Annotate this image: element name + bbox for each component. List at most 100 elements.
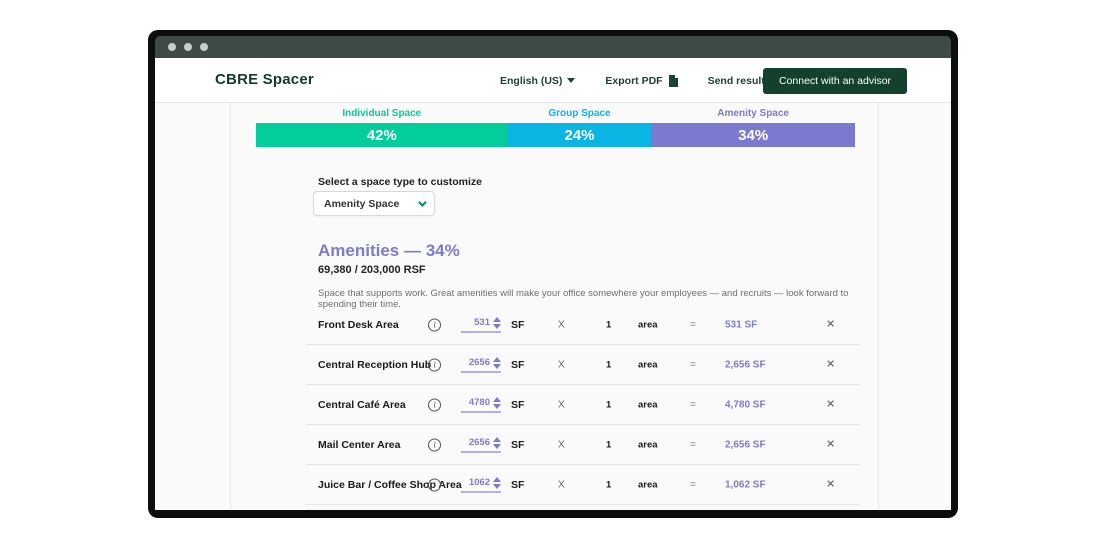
- unit-label: SF: [511, 399, 524, 411]
- stepper-up-icon[interactable]: [493, 317, 501, 322]
- info-icon[interactable]: i: [428, 318, 441, 331]
- pdf-file-icon: [668, 75, 678, 87]
- amenity-space-segment: 34%: [651, 123, 855, 147]
- individual-space-segment: 42%: [256, 123, 508, 147]
- quantity-label: area: [638, 399, 658, 410]
- group-space-segment: 24%: [508, 123, 652, 147]
- stepper-down-icon[interactable]: [493, 404, 501, 409]
- sf-value: 2656: [469, 437, 490, 448]
- sf-value-input[interactable]: 531: [461, 317, 501, 333]
- quantity-label: area: [638, 359, 658, 370]
- stepper-down-icon[interactable]: [493, 484, 501, 489]
- remove-row-icon[interactable]: ✕: [826, 399, 835, 410]
- space-allocation-bar: 42% 24% 34%: [256, 123, 855, 147]
- quantity-label: area: [638, 319, 658, 330]
- amenity-table: Front Desk Area i 531 SF X 1 area = 531 …: [305, 305, 860, 505]
- unit-label: SF: [511, 479, 524, 491]
- amenity-space-label: Amenity Space: [651, 108, 855, 119]
- multiply-sign: X: [558, 319, 565, 330]
- stepper-up-icon[interactable]: [493, 477, 501, 482]
- connect-advisor-button[interactable]: Connect with an advisor: [763, 68, 907, 94]
- sf-value-input[interactable]: 4780: [461, 397, 501, 413]
- equals-sign: =: [690, 439, 696, 450]
- stepper-down-icon[interactable]: [493, 324, 501, 329]
- quantity-value: 1: [606, 439, 611, 450]
- sf-value: 2656: [469, 357, 490, 368]
- amenity-name: Central Reception Hub: [318, 359, 431, 371]
- equals-sign: =: [690, 399, 696, 410]
- quantity-value: 1: [606, 359, 611, 370]
- table-row: Juice Bar / Coffee Shop Area i 1062 SF X…: [305, 465, 860, 505]
- sf-value-input[interactable]: 2656: [461, 437, 501, 453]
- individual-space-label: Individual Space: [256, 108, 508, 119]
- result-sf: 2,656 SF: [725, 439, 766, 450]
- remove-row-icon[interactable]: ✕: [826, 479, 835, 490]
- window-dot[interactable]: [168, 43, 176, 51]
- sf-value: 1062: [469, 477, 490, 488]
- equals-sign: =: [690, 359, 696, 370]
- amenity-name: Central Café Area: [318, 399, 406, 411]
- stepper-arrows[interactable]: [493, 437, 501, 449]
- section-title: Amenities — 34%: [318, 241, 460, 261]
- result-sf: 1,062 SF: [725, 479, 766, 490]
- sf-value-input[interactable]: 2656: [461, 357, 501, 373]
- space-bar-labels: Individual Space Group Space Amenity Spa…: [256, 108, 855, 119]
- app-logo[interactable]: CBRE Spacer: [215, 71, 314, 88]
- group-space-label: Group Space: [508, 108, 652, 119]
- chevron-down-icon: [418, 198, 426, 206]
- info-icon[interactable]: i: [428, 398, 441, 411]
- table-row: Front Desk Area i 531 SF X 1 area = 531 …: [305, 305, 860, 345]
- export-pdf-button[interactable]: Export PDF: [605, 75, 677, 87]
- browser-window: CBRE Spacer English (US) Export PDF Send…: [148, 30, 958, 518]
- left-column-divider: [230, 103, 231, 510]
- remove-row-icon[interactable]: ✕: [826, 319, 835, 330]
- stepper-up-icon[interactable]: [493, 397, 501, 402]
- unit-label: SF: [511, 319, 524, 331]
- table-row: Mail Center Area i 2656 SF X 1 area = 2,…: [305, 425, 860, 465]
- stepper-arrows[interactable]: [493, 357, 501, 369]
- result-sf: 2,656 SF: [725, 359, 766, 370]
- info-icon[interactable]: i: [428, 438, 441, 451]
- equals-sign: =: [690, 479, 696, 490]
- unit-label: SF: [511, 439, 524, 451]
- quantity-label: area: [638, 479, 658, 490]
- app-page: CBRE Spacer English (US) Export PDF Send…: [155, 58, 951, 510]
- stepper-arrows[interactable]: [493, 397, 501, 409]
- stepper-down-icon[interactable]: [493, 364, 501, 369]
- info-icon[interactable]: i: [428, 358, 441, 371]
- space-type-selected-value: Amenity Space: [324, 198, 399, 210]
- header-nav: English (US) Export PDF Send results: [500, 58, 788, 103]
- window-dot[interactable]: [200, 43, 208, 51]
- stepper-arrows[interactable]: [493, 477, 501, 489]
- stepper-down-icon[interactable]: [493, 444, 501, 449]
- language-label: English (US): [500, 75, 562, 87]
- stepper-up-icon[interactable]: [493, 357, 501, 362]
- window-dot[interactable]: [184, 43, 192, 51]
- quantity-value: 1: [606, 399, 611, 410]
- sf-value-input[interactable]: 1062: [461, 477, 501, 493]
- stepper-arrows[interactable]: [493, 317, 501, 329]
- sf-value: 531: [474, 317, 490, 328]
- language-selector[interactable]: English (US): [500, 75, 575, 87]
- quantity-value: 1: [606, 319, 611, 330]
- stepper-up-icon[interactable]: [493, 437, 501, 442]
- main-content: Individual Space Group Space Amenity Spa…: [155, 103, 951, 510]
- section-rsf-summary: 69,380 / 203,000 RSF: [318, 264, 426, 276]
- remove-row-icon[interactable]: ✕: [826, 359, 835, 370]
- amenity-name: Mail Center Area: [318, 439, 400, 451]
- send-results-label: Send results: [708, 75, 771, 87]
- sf-value: 4780: [469, 397, 490, 408]
- right-column-divider: [878, 103, 879, 510]
- quantity-label: area: [638, 439, 658, 450]
- remove-row-icon[interactable]: ✕: [826, 439, 835, 450]
- chevron-down-icon: [567, 78, 575, 83]
- app-header: CBRE Spacer English (US) Export PDF Send…: [155, 58, 951, 103]
- result-sf: 4,780 SF: [725, 399, 766, 410]
- info-icon[interactable]: i: [428, 478, 441, 491]
- unit-label: SF: [511, 359, 524, 371]
- space-type-dropdown[interactable]: Amenity Space: [313, 191, 435, 216]
- equals-sign: =: [690, 319, 696, 330]
- multiply-sign: X: [558, 439, 565, 450]
- multiply-sign: X: [558, 479, 565, 490]
- multiply-sign: X: [558, 399, 565, 410]
